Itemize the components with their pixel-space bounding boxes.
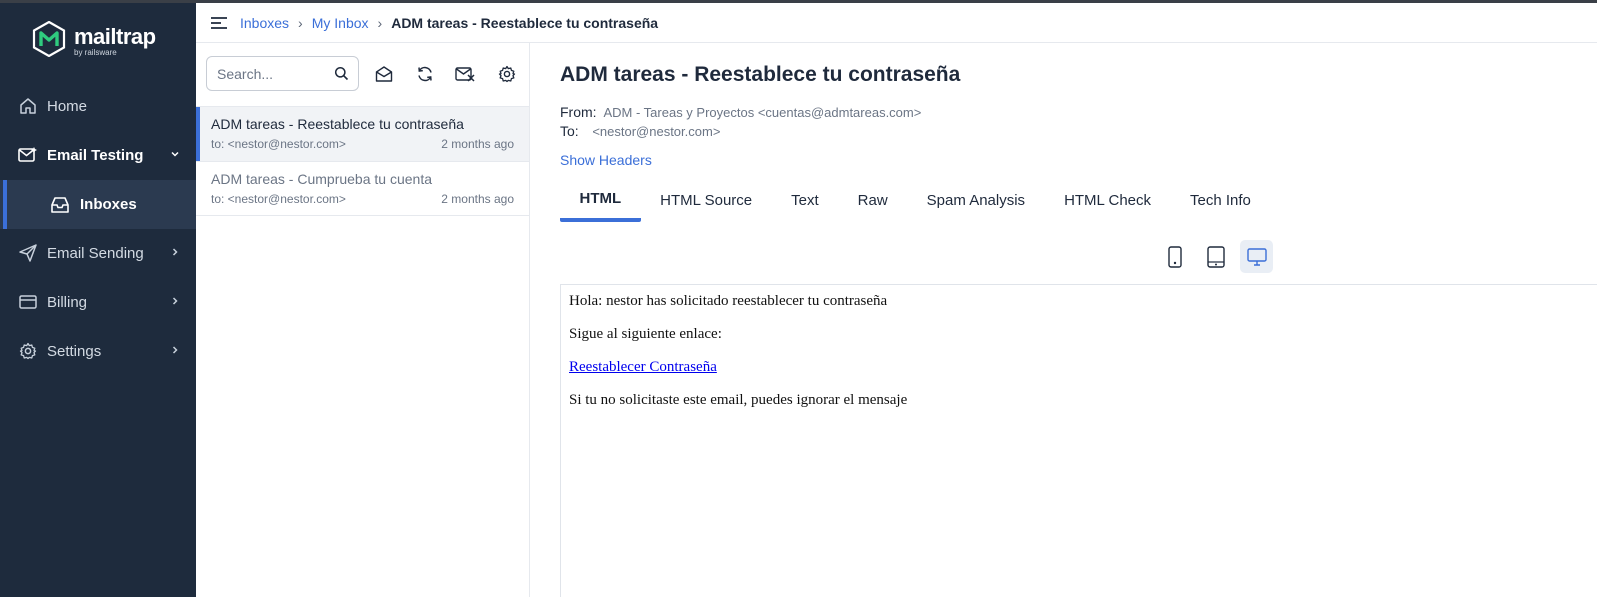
logo[interactable]: mailtrap by railsware xyxy=(32,20,156,62)
show-headers-link[interactable]: Show Headers xyxy=(560,152,652,168)
sidebar-item-label: Settings xyxy=(47,342,102,360)
message-title: ADM tareas - Reestablece tu contraseña xyxy=(560,63,961,86)
home-icon xyxy=(18,96,38,116)
message-list-item[interactable]: ADM tareas - Cumprueba tu cuenta to: <ne… xyxy=(196,161,529,216)
clear-inbox-button[interactable] xyxy=(454,63,476,85)
message-subject: ADM tareas - Cumprueba tu cuenta xyxy=(211,171,432,187)
send-icon xyxy=(18,243,38,263)
mark-as-read-button[interactable] xyxy=(373,63,395,85)
breadcrumb-separator: › xyxy=(298,14,303,31)
desktop-view-button[interactable] xyxy=(1240,240,1273,273)
window-top-border xyxy=(0,0,1597,3)
breadcrumb-bar: Inboxes › My Inbox › ADM tareas - Reesta… xyxy=(196,3,1597,43)
sidebar: mailtrap by railsware Home Email Testing… xyxy=(0,0,196,597)
sidebar-item-inboxes[interactable]: Inboxes xyxy=(0,180,196,229)
menu-toggle-icon[interactable] xyxy=(210,16,228,30)
inbox-icon xyxy=(50,195,70,215)
tab-html[interactable]: HTML xyxy=(560,179,641,222)
mobile-view-button[interactable] xyxy=(1158,240,1191,273)
chevron-right-icon xyxy=(168,245,182,259)
breadcrumb-separator: › xyxy=(377,14,383,31)
preview-footer: Si tu no solicitaste este email, puedes … xyxy=(569,392,908,408)
from-row: From: ADM - Tareas y Proyectos <cuentas@… xyxy=(560,104,921,120)
message-subject: ADM tareas - Reestablece tu contraseña xyxy=(211,116,464,132)
search-input[interactable] xyxy=(217,65,327,82)
message-list-item[interactable]: ADM tareas - Reestablece tu contraseña t… xyxy=(196,106,529,162)
active-indicator xyxy=(3,180,7,229)
tab-html-source[interactable]: HTML Source xyxy=(641,179,772,221)
sidebar-item-email-testing[interactable]: Email Testing xyxy=(0,131,196,179)
search-box[interactable] xyxy=(206,56,359,91)
message-view-pane: ADM tareas - Reestablece tu contraseña F… xyxy=(530,43,1597,597)
message-recipient: to: <nestor@nestor.com> xyxy=(211,192,346,206)
billing-icon xyxy=(18,292,38,312)
breadcrumb-current: ADM tareas - Reestablece tu contraseña xyxy=(391,14,659,31)
chevron-down-icon xyxy=(168,147,182,161)
sidebar-item-billing[interactable]: Billing xyxy=(0,278,196,326)
chevron-right-icon xyxy=(168,294,182,308)
sidebar-item-label: Home xyxy=(47,97,88,115)
sidebar-item-settings[interactable]: Settings xyxy=(0,327,196,375)
list-toolbar xyxy=(196,43,529,105)
to-label: To: xyxy=(560,123,579,139)
logo-name: mailtrap xyxy=(74,23,156,49)
to-value: <nestor@nestor.com> xyxy=(592,124,721,139)
preview-greeting: Hola: nestor has solicitado reestablecer… xyxy=(569,293,888,309)
logo-subtitle: by railsware xyxy=(74,47,117,57)
from-value: ADM - Tareas y Proyectos <cuentas@admtar… xyxy=(603,105,922,120)
message-tabs: HTML HTML Source Text Raw Spam Analysis … xyxy=(560,179,1270,223)
sidebar-item-home[interactable]: Home xyxy=(0,82,196,130)
from-label: From: xyxy=(560,104,597,120)
sidebar-item-label: Email Testing xyxy=(47,146,144,164)
active-indicator xyxy=(196,107,200,162)
sidebar-item-label: Billing xyxy=(47,293,88,311)
refresh-button[interactable] xyxy=(414,63,436,85)
tab-html-check[interactable]: HTML Check xyxy=(1045,179,1171,221)
sidebar-item-label: Email Sending xyxy=(47,244,144,262)
tab-raw[interactable]: Raw xyxy=(838,179,907,221)
preview-instruction: Sigue al siguiente enlace: xyxy=(569,326,722,342)
search-icon[interactable] xyxy=(334,66,349,81)
inbox-settings-button[interactable] xyxy=(496,63,518,85)
html-preview: Hola: nestor has solicitado reestablecer… xyxy=(560,284,1597,597)
breadcrumb-my-inbox[interactable]: My Inbox xyxy=(312,15,369,31)
tab-tech-info[interactable]: Tech Info xyxy=(1171,179,1271,221)
email-testing-icon xyxy=(18,145,38,165)
sidebar-item-email-sending[interactable]: Email Sending xyxy=(0,229,196,277)
tab-spam-analysis[interactable]: Spam Analysis xyxy=(907,179,1044,221)
breadcrumb-inboxes[interactable]: Inboxes xyxy=(240,15,289,31)
gear-icon xyxy=(18,341,38,361)
to-row: To: <nestor@nestor.com> xyxy=(560,123,720,139)
chevron-right-icon xyxy=(168,343,182,357)
mailtrap-logo-icon xyxy=(32,20,66,62)
tab-text[interactable]: Text xyxy=(772,179,839,221)
message-recipient: to: <nestor@nestor.com> xyxy=(211,137,346,151)
message-time: 2 months ago xyxy=(441,137,514,151)
device-preview-switcher xyxy=(1150,240,1273,273)
reset-password-link[interactable]: Reestablecer Contraseña xyxy=(569,359,717,375)
sidebar-item-label: Inboxes xyxy=(80,196,137,213)
message-list-pane: ADM tareas - Reestablece tu contraseña t… xyxy=(196,43,530,597)
tablet-view-button[interactable] xyxy=(1199,240,1232,273)
message-time: 2 months ago xyxy=(441,192,514,206)
